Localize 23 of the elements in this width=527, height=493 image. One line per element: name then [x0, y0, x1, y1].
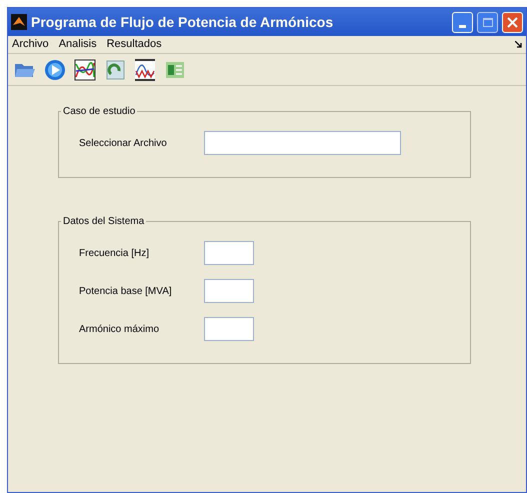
menu-item[interactable]: Archivo — [12, 36, 49, 53]
value-field[interactable] — [204, 279, 254, 303]
close-button[interactable] — [502, 12, 523, 32]
wave-icon[interactable] — [133, 58, 157, 82]
field-label: Seleccionar Archivo — [79, 136, 168, 150]
menu-item[interactable]: Resultados — [106, 36, 162, 53]
menu-item[interactable]: Analisis — [58, 36, 97, 53]
maximize-button[interactable] — [477, 12, 498, 32]
dock-arrow-icon[interactable] — [515, 41, 522, 48]
file-path-field[interactable] — [204, 131, 401, 155]
field-label: Potencia base [MVA] — [79, 284, 173, 298]
minimize-button[interactable] — [452, 12, 473, 32]
panel-title: Datos del Sistema — [62, 215, 146, 229]
field-label: Armónico máximo — [79, 322, 160, 336]
panel-title: Caso de estudio — [62, 105, 136, 119]
window-title: Programa de Flujo de Potencia de Armónicos — [31, 12, 334, 32]
play-icon[interactable] — [43, 58, 67, 82]
field-label: Frecuencia [Hz] — [79, 246, 150, 260]
value-field[interactable] — [204, 241, 254, 265]
app-logo-icon — [11, 14, 27, 30]
value-field[interactable] — [204, 317, 254, 341]
chart-icon[interactable] — [73, 58, 97, 82]
close-icon — [507, 16, 518, 28]
